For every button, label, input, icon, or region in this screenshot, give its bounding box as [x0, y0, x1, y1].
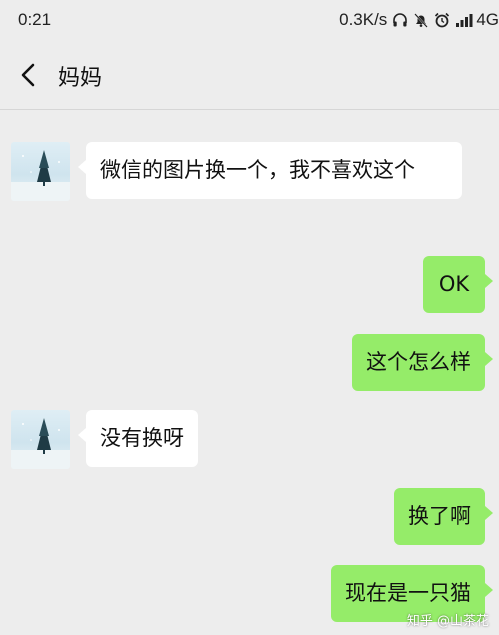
network-speed: 0.3K/s [339, 10, 388, 29]
mute-bell-icon [413, 12, 429, 28]
message-bubble-outgoing[interactable]: OK [423, 256, 493, 313]
headphones-icon [392, 12, 408, 28]
contact-avatar[interactable] [11, 410, 70, 469]
message-list[interactable]: 微信的图片换一个，我不喜欢这个 OK 这个怎么样 没有换呀 换了啊 现在是一只猫… [0, 111, 499, 635]
chat-title: 妈妈 [58, 66, 103, 91]
message-bubble-outgoing[interactable]: 这个怎么样 [352, 334, 493, 391]
alarm-clock-icon [434, 12, 450, 28]
watermark: 知乎 @山茶花 [406, 614, 489, 629]
message-bubble-incoming[interactable]: 微信的图片换一个，我不喜欢这个 [78, 142, 462, 199]
status-time: 0:21 [18, 10, 52, 29]
status-bar: 0:21 0.3K/s 4G [0, 0, 499, 40]
chevron-left-icon [21, 63, 35, 87]
status-icons: 0.3K/s 4G [339, 10, 499, 30]
contact-avatar[interactable] [11, 142, 70, 201]
signal-bars-icon [455, 12, 473, 28]
message-bubble-incoming[interactable]: 没有换呀 [78, 410, 198, 467]
back-button[interactable] [18, 62, 40, 88]
chat-header: 妈妈 [0, 40, 499, 110]
network-type: 4G [476, 10, 499, 29]
message-bubble-outgoing[interactable]: 换了啊 [394, 488, 493, 545]
